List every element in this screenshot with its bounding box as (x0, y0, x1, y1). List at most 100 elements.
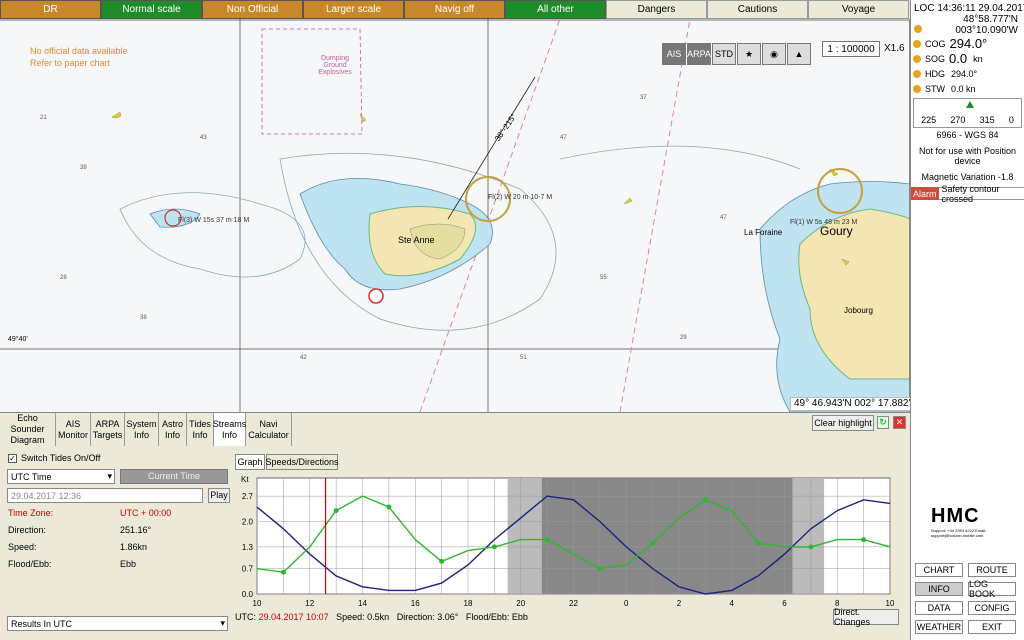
toolbar-button-navig-off[interactable]: Navig off (404, 0, 505, 19)
flood-label: Flood/Ebb: (8, 559, 52, 569)
chart-drawing: 21 39 43 28 38 47 55 29 47 42 51 37 (0, 19, 909, 412)
clear-highlight-button[interactable]: Clear highlight (812, 415, 874, 431)
tab-navi-calculator[interactable]: Navi Calculator (246, 413, 292, 446)
direction-value: 251.16° (120, 525, 152, 535)
svg-text:55: 55 (600, 275, 607, 281)
direct-changes-button[interactable]: Direct. Changes (833, 607, 899, 627)
direction-arrow-point (280, 569, 286, 575)
graph-speed-value: 0.5kn (367, 612, 390, 622)
time-mode-select[interactable]: UTC Time ▾ (7, 469, 115, 484)
tab-astro-info[interactable]: Astro Info (159, 413, 187, 446)
switch-tides-checkbox[interactable]: ✓ (8, 453, 17, 463)
cog-dot-icon (913, 39, 921, 48)
svg-text:39: 39 (80, 165, 87, 171)
current-time-button[interactable]: Current Time (120, 469, 228, 484)
dumping-ground-label: Dumping Ground Explosives (318, 55, 352, 76)
tab-tides-info[interactable]: Tides Info (187, 413, 214, 446)
stw-label: STW (925, 83, 945, 94)
lifebuoy-icon[interactable]: ◉ (762, 43, 786, 65)
x-tick-label: 2 (677, 599, 682, 608)
compass-tape: 225 270 315 0 (913, 98, 1022, 128)
tab-ais-monitor[interactable]: AIS Monitor (56, 413, 91, 446)
svg-text:38: 38 (140, 315, 147, 321)
nav-button-chart[interactable]: CHART (915, 563, 963, 577)
measure-icon[interactable]: ▲ (787, 43, 811, 65)
toolbar-button-non-official[interactable]: Non Official (202, 0, 303, 19)
cog-label: COG (925, 38, 946, 49)
toolbar-button-dangers[interactable]: Dangers (606, 0, 707, 19)
stw-dot-icon (913, 84, 921, 93)
direction-arrow-point (491, 544, 497, 550)
nav-button-weather[interactable]: WEATHER (915, 620, 963, 634)
tab-speeds-directions[interactable]: Speeds/Directions (265, 454, 339, 470)
nautical-chart[interactable]: 21 39 43 28 38 47 55 29 47 42 51 37 No official dat… (0, 19, 910, 412)
direction-arrow-point (386, 504, 392, 510)
direction-arrow-point (333, 508, 339, 514)
utc-value: 29.04.2017 10:07 (258, 612, 329, 622)
place-goury: Goury (820, 224, 853, 238)
y-tick-label: 2.7 (242, 492, 254, 501)
longitude-value: 003°10.090'W (955, 25, 1018, 36)
map-tool-group: AIS ARPA STD ★ ◉ ▲ (662, 43, 812, 65)
toolbar-button-dr[interactable]: DR (0, 0, 101, 19)
compass-tick: 270 (950, 115, 966, 125)
tab-arpa-targets[interactable]: ARPA Targets (91, 413, 125, 446)
sog-label: SOG (925, 53, 946, 64)
std-toggle-button[interactable]: STD (712, 43, 736, 65)
compass-tick: 315 (979, 115, 995, 125)
place-jobourg: Jobourg (844, 306, 873, 315)
refresh-icon[interactable]: ↻ (877, 416, 889, 429)
nav-button-log-book[interactable]: LOG BOOK (968, 579, 1016, 599)
cursor-coordinates: 49° 46.943'N 002° 17.882'W (790, 397, 924, 411)
toolbar-button-all-other[interactable]: All other (505, 0, 606, 19)
direction-arrow-point (755, 540, 761, 546)
date-time-input[interactable]: 29.04.2017 12:36 (7, 488, 203, 503)
utc-label: UTC: (235, 612, 256, 622)
graph-readout: UTC: 29.04.2017 10:07 Speed: 0.5kn Direc… (235, 612, 528, 622)
top-toolbar: DR Normal scale Non Official Larger scale Na… (0, 0, 910, 19)
x-tick-label: 18 (464, 599, 473, 608)
direction-label: Direction: (8, 525, 47, 535)
switch-tides-label: Switch Tides On/Off (21, 453, 101, 463)
direction-arrow-point (808, 544, 814, 550)
tab-streams-info[interactable]: Streams Info (213, 413, 246, 446)
local-time: LOC 14:36:11 29.04.2017 (914, 3, 1024, 14)
close-icon[interactable]: ✕ (893, 416, 906, 429)
cog-value: 294.0° (949, 36, 988, 51)
alarm-bar[interactable]: Alarm Safety contour crossed (911, 184, 1024, 204)
sog-value: 0.0 (949, 51, 968, 66)
light-label-hague: Fl(1) W 5s 48 m 23 M (790, 219, 858, 226)
pin-icon[interactable]: ★ (737, 43, 761, 65)
play-button[interactable]: Play (208, 488, 230, 503)
magnetic-variation: Magnetic Variation -1.8 (921, 172, 1014, 182)
tide-graph-panel: Graph Speeds/Directions 2.7 2.0 1.3 0.7 0.0 K… (233, 452, 910, 640)
nav-button-data[interactable]: DATA (915, 601, 963, 615)
tz-label: Time Zone: (8, 508, 54, 518)
stw-value: 0.0 kn (951, 83, 976, 94)
arpa-toggle-button[interactable]: ARPA (687, 43, 711, 65)
nav-button-exit[interactable]: EXIT (968, 620, 1016, 634)
toolbar-button-voyage[interactable]: Voyage (808, 0, 909, 19)
scale-display[interactable]: 1 : 100000 (822, 41, 880, 57)
results-select[interactable]: Results In UTC ▾ (7, 616, 228, 631)
x-tick-label: 4 (730, 599, 735, 608)
tz-value: UTC + 00:00 (120, 508, 172, 518)
svg-text:29: 29 (680, 335, 687, 341)
nav-button-route[interactable]: ROUTE (968, 563, 1016, 577)
no-official-data-warning: No official data available Refer to pape… (30, 46, 128, 68)
graph-direction-label: Direction: (396, 612, 435, 622)
direction-arrow-point (597, 566, 603, 572)
ais-toggle-button[interactable]: AIS (662, 43, 686, 65)
svg-text:42: 42 (300, 355, 307, 361)
sog-unit: kn (973, 53, 983, 64)
svg-text:47: 47 (720, 215, 727, 221)
tab-echo-sounder-diagram[interactable]: Echo Sounder Diagram (0, 413, 56, 446)
nav-button-config[interactable]: CONFIG (968, 601, 1016, 615)
toolbar-button-cautions[interactable]: Cautions (707, 0, 808, 19)
toolbar-button-larger-scale[interactable]: Larger scale (303, 0, 404, 19)
stream-speed-chart: 2.72.01.30.70.0Kt10 12 14 16 18 20 22 0 2 4 6 8 10 (241, 475, 895, 608)
nav-button-info[interactable]: INFO (915, 582, 963, 596)
toolbar-button-normal-scale[interactable]: Normal scale (101, 0, 202, 19)
tab-graph[interactable]: Graph (235, 454, 265, 470)
tab-system-info[interactable]: System Info (125, 413, 159, 446)
